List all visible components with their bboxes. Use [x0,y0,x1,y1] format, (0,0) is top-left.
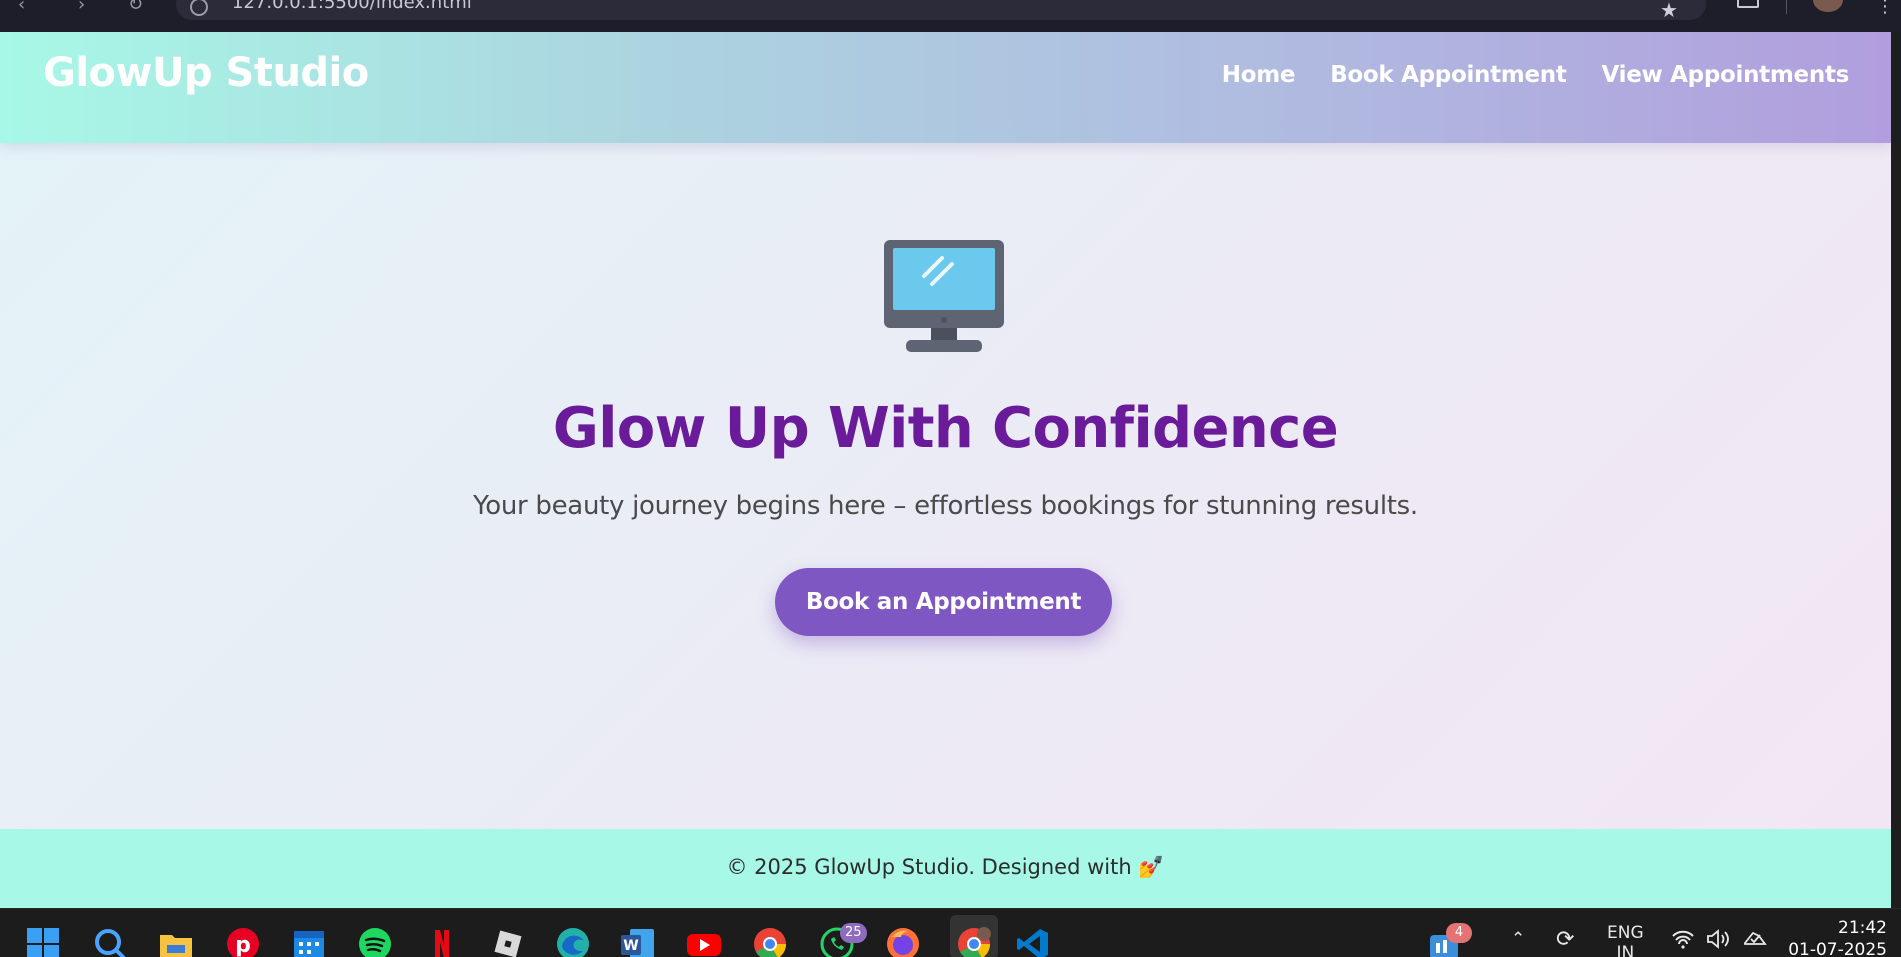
hero-title: Glow Up With Confidence [552,396,1339,461]
search-icon[interactable] [93,927,127,957]
start-icon[interactable] [26,927,60,957]
clock-date: 01-07-2025 [1788,940,1887,957]
address-bar[interactable]: 127.0.0.1:5500/index.html [176,0,1706,20]
firefox-icon[interactable] [886,927,920,957]
profile-avatar[interactable] [1813,0,1843,12]
nav-book-appointment-link[interactable]: Book Appointment [1330,62,1567,88]
roblox-icon[interactable] [491,927,525,957]
footer-text: © 2025 GlowUp Studio. Designed with 💅 [726,855,1165,879]
bookmark-star-icon[interactable]: ★ [1660,0,1678,22]
nav-home-link[interactable]: Home [1222,62,1296,88]
svg-text:p: p [235,933,251,957]
clock-time: 21:42 [1838,918,1887,938]
book-appointment-button[interactable]: Book an Appointment [775,568,1112,636]
youtube-icon[interactable] [686,927,721,957]
page-viewport: GlowUp Studio Home Book Appointment View… [0,32,1891,908]
battery-icon[interactable] [1742,929,1768,954]
wifi-icon[interactable] [1671,929,1695,954]
language-code: ENG [1607,923,1644,943]
language-indicator[interactable]: ENG IN [1607,923,1644,957]
file-explorer-icon[interactable] [159,927,193,957]
spotify-icon[interactable] [358,927,392,957]
main-nav: Home Book Appointment View Appointments [1222,62,1850,88]
site-info-icon[interactable] [190,0,208,16]
hero-subtitle: Your beauty journey begins here – effort… [473,491,1418,521]
chrome-icon[interactable] [753,927,787,957]
vscode-icon[interactable] [1016,927,1050,957]
volume-icon[interactable] [1706,929,1732,954]
page-scrollbar[interactable] [1891,32,1901,908]
whatsapp-unread-badge: 25 [840,923,867,943]
site-footer: © 2025 GlowUp Studio. Designed with 💅 [0,829,1891,908]
url-text[interactable]: 127.0.0.1:5500/index.html [232,0,472,13]
site-logo[interactable]: GlowUp Studio [43,50,369,96]
site-header: GlowUp Studio Home Book Appointment View… [0,32,1891,143]
system-clock[interactable]: 21:42 01-07-2025 [1788,917,1887,957]
pinterest-icon[interactable]: p [226,927,260,957]
back-icon[interactable]: ‹ [18,0,25,14]
os-taskbar: p W 25 4 ⌃ ⟳ ENG IN 21:42 01-07-2025 [0,908,1901,957]
svg-text:W: W [623,938,638,954]
widgets-icon[interactable]: 4 [1428,923,1472,957]
netflix-icon[interactable] [425,927,459,957]
calendar-icon[interactable] [292,927,326,957]
forward-icon[interactable]: › [78,0,85,14]
show-hidden-icons-chevron[interactable]: ⌃ [1511,929,1525,949]
desktop-computer-icon [884,240,1004,352]
sync-icon[interactable]: ⟳ [1556,927,1574,952]
chrome-profile-icon[interactable] [950,915,998,957]
language-region: IN [1616,943,1635,957]
word-icon[interactable]: W [620,927,654,957]
reload-icon[interactable]: ↻ [128,0,143,14]
downloads-icon[interactable] [1737,0,1759,8]
toolbar-divider [1786,0,1787,14]
edge-icon[interactable] [556,927,590,957]
more-menu-icon[interactable]: ⋮ [1876,0,1894,17]
whatsapp-icon[interactable]: 25 [820,923,867,957]
nav-view-appointments-link[interactable]: View Appointments [1602,62,1850,88]
widgets-badge: 4 [1446,923,1472,943]
browser-toolbar: ‹ › ↻ 127.0.0.1:5500/index.html ★ ⋮ [0,0,1901,32]
